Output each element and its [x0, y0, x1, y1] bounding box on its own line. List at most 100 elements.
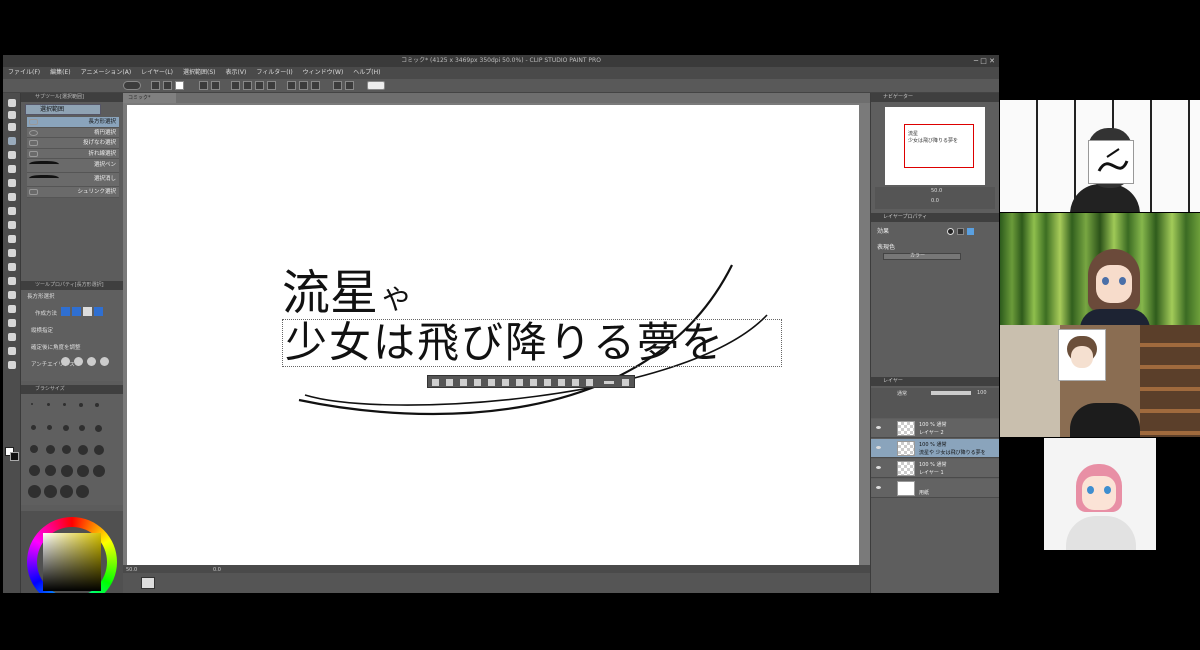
- new-file-icon[interactable]: [151, 81, 160, 90]
- balloon-tool-icon[interactable]: [8, 347, 16, 355]
- correct-line-tool-icon[interactable]: [8, 361, 16, 369]
- menu-selection[interactable]: 選択範囲(S): [178, 67, 221, 79]
- transform-icon[interactable]: [231, 81, 240, 90]
- subtool-selection-eraser[interactable]: 選択消し: [27, 173, 119, 187]
- operation-tool-icon[interactable]: [8, 123, 16, 131]
- participant-video-3[interactable]: [1000, 325, 1200, 437]
- fill-tool-icon[interactable]: [8, 263, 16, 271]
- visibility-eye-icon[interactable]: [876, 466, 881, 469]
- horizontal-scrollbar[interactable]: [123, 565, 870, 573]
- layer-row[interactable]: 100 % 通常 レイヤー 2: [871, 419, 999, 438]
- window-controls[interactable]: ─ □ ✕: [974, 55, 995, 67]
- subtool-lasso[interactable]: 投げなわ選択: [27, 138, 119, 149]
- move-tool-icon[interactable]: [8, 111, 16, 119]
- subtool-shrink[interactable]: シュリンク選択: [27, 187, 119, 198]
- canvas-tab[interactable]: コミック*: [123, 93, 176, 103]
- launcher-rotate-icon[interactable]: [502, 379, 509, 386]
- subtool-selection-pen[interactable]: 選択ペン: [27, 159, 119, 173]
- subtool-ellipse[interactable]: 楕円選択: [27, 127, 119, 138]
- subtool-rectangle[interactable]: 長方形選択: [27, 117, 119, 128]
- clear-icon[interactable]: [243, 81, 252, 90]
- launcher-cross-icon[interactable]: [474, 379, 481, 386]
- menu-window[interactable]: ウィンドウ(W): [298, 67, 349, 79]
- visibility-eye-icon[interactable]: [876, 446, 881, 449]
- main-sub-color-chips[interactable]: [3, 445, 21, 475]
- deselect-icon[interactable]: [267, 81, 276, 90]
- snap-ruler-icon[interactable]: [299, 81, 308, 90]
- figure-tool-icon[interactable]: [8, 291, 16, 299]
- launcher-settings-icon[interactable]: [622, 379, 629, 386]
- ruler-tool-icon[interactable]: [8, 319, 16, 327]
- frame-tool-icon[interactable]: [8, 305, 16, 313]
- layer-row-selected[interactable]: 100 % 通常 流星や 少女は飛び降りる夢を: [871, 439, 999, 458]
- menu-layer[interactable]: レイヤー(L): [136, 67, 178, 79]
- launcher-transform-icon[interactable]: [432, 379, 439, 386]
- selected-text-frame[interactable]: 少女は飛び降りる夢を: [282, 319, 782, 367]
- launcher-paste-icon[interactable]: [530, 379, 537, 386]
- launcher-scale-icon[interactable]: [488, 379, 495, 386]
- eyedropper-tool-icon[interactable]: [8, 151, 16, 159]
- zoom-tool-icon[interactable]: [8, 99, 16, 107]
- blend-mode-select[interactable]: 通常: [897, 390, 907, 397]
- pen-tool-icon[interactable]: [8, 165, 16, 173]
- angle-adjust-label[interactable]: 確定後に角度を調整: [31, 343, 81, 351]
- launcher-erase-icon[interactable]: [572, 379, 579, 386]
- show-selection-icon[interactable]: [287, 81, 296, 90]
- airbrush-tool-icon[interactable]: [8, 207, 16, 215]
- aspect-label[interactable]: 縦横指定: [31, 326, 53, 334]
- creation-method-buttons[interactable]: [61, 307, 103, 316]
- saturation-value-square[interactable]: [43, 533, 101, 591]
- launcher-grid-icon[interactable]: [446, 379, 453, 386]
- decoration-tool-icon[interactable]: [8, 221, 16, 229]
- participant-video-2[interactable]: [1000, 213, 1200, 325]
- expression-color-select[interactable]: カラー: [883, 253, 961, 260]
- save-icon[interactable]: [175, 81, 184, 90]
- launcher-cut-icon[interactable]: [544, 379, 551, 386]
- launcher-minus-icon[interactable]: [604, 381, 614, 384]
- stabilize-icon[interactable]: [345, 81, 354, 90]
- eraser-tool-icon[interactable]: [8, 235, 16, 243]
- canvas-paper[interactable]: 流星や 少女は飛び降りる夢を: [127, 105, 859, 565]
- participant-video-1[interactable]: [1000, 100, 1200, 212]
- hue-ring[interactable]: [27, 517, 117, 593]
- menu-help[interactable]: ヘルプ(H): [348, 67, 385, 79]
- menu-file[interactable]: ファイル(F): [3, 67, 45, 79]
- menu-edit[interactable]: 編集(E): [45, 67, 75, 79]
- launcher-dots-icon[interactable]: [586, 379, 593, 386]
- clip-studio-icon[interactable]: [123, 81, 141, 90]
- text-tool-icon[interactable]: [8, 333, 16, 341]
- effect-buttons[interactable]: [947, 228, 983, 236]
- opacity-slider[interactable]: [931, 391, 971, 395]
- selection-tool-icon[interactable]: [8, 137, 16, 145]
- undo-icon[interactable]: [199, 81, 208, 90]
- navigator-angle-value[interactable]: 0.0: [931, 198, 939, 204]
- launcher-copy-icon[interactable]: [516, 379, 523, 386]
- timeline-icon[interactable]: [141, 577, 155, 589]
- brush-tool-icon[interactable]: [8, 193, 16, 201]
- subtool-group-tab[interactable]: 選択範囲: [25, 104, 101, 115]
- brush-size-grid[interactable]: [25, 397, 121, 501]
- help-icon[interactable]: [367, 81, 385, 90]
- redo-icon[interactable]: [211, 81, 220, 90]
- participant-video-4[interactable]: [1044, 438, 1156, 550]
- navigator-zoom-value[interactable]: 50.0: [931, 188, 942, 194]
- snap-special-ruler-icon[interactable]: [333, 81, 342, 90]
- menu-view[interactable]: 表示(V): [221, 67, 252, 79]
- antialias-options[interactable]: [61, 357, 111, 367]
- launcher-stretch-icon[interactable]: [558, 379, 565, 386]
- angle-value[interactable]: 0.0: [213, 567, 221, 573]
- zoom-value[interactable]: 50.0: [126, 567, 137, 573]
- gradient-tool-icon[interactable]: [8, 277, 16, 285]
- open-file-icon[interactable]: [163, 81, 172, 90]
- subtool-polyline[interactable]: 折れ線選択: [27, 148, 119, 159]
- navigator-preview[interactable]: 流星 少女は飛び降りる夢を: [885, 107, 985, 185]
- blend-tool-icon[interactable]: [8, 249, 16, 257]
- layer-row[interactable]: 100 % 通常 レイヤー 1: [871, 459, 999, 478]
- opacity-value[interactable]: 100: [977, 390, 987, 396]
- layer-row-paper[interactable]: 用紙: [871, 479, 999, 498]
- launcher-fill-icon[interactable]: [460, 379, 467, 386]
- menu-filter[interactable]: フィルター(I): [251, 67, 297, 79]
- pencil-tool-icon[interactable]: [8, 179, 16, 187]
- visibility-eye-icon[interactable]: [876, 426, 881, 429]
- visibility-eye-icon[interactable]: [876, 486, 881, 489]
